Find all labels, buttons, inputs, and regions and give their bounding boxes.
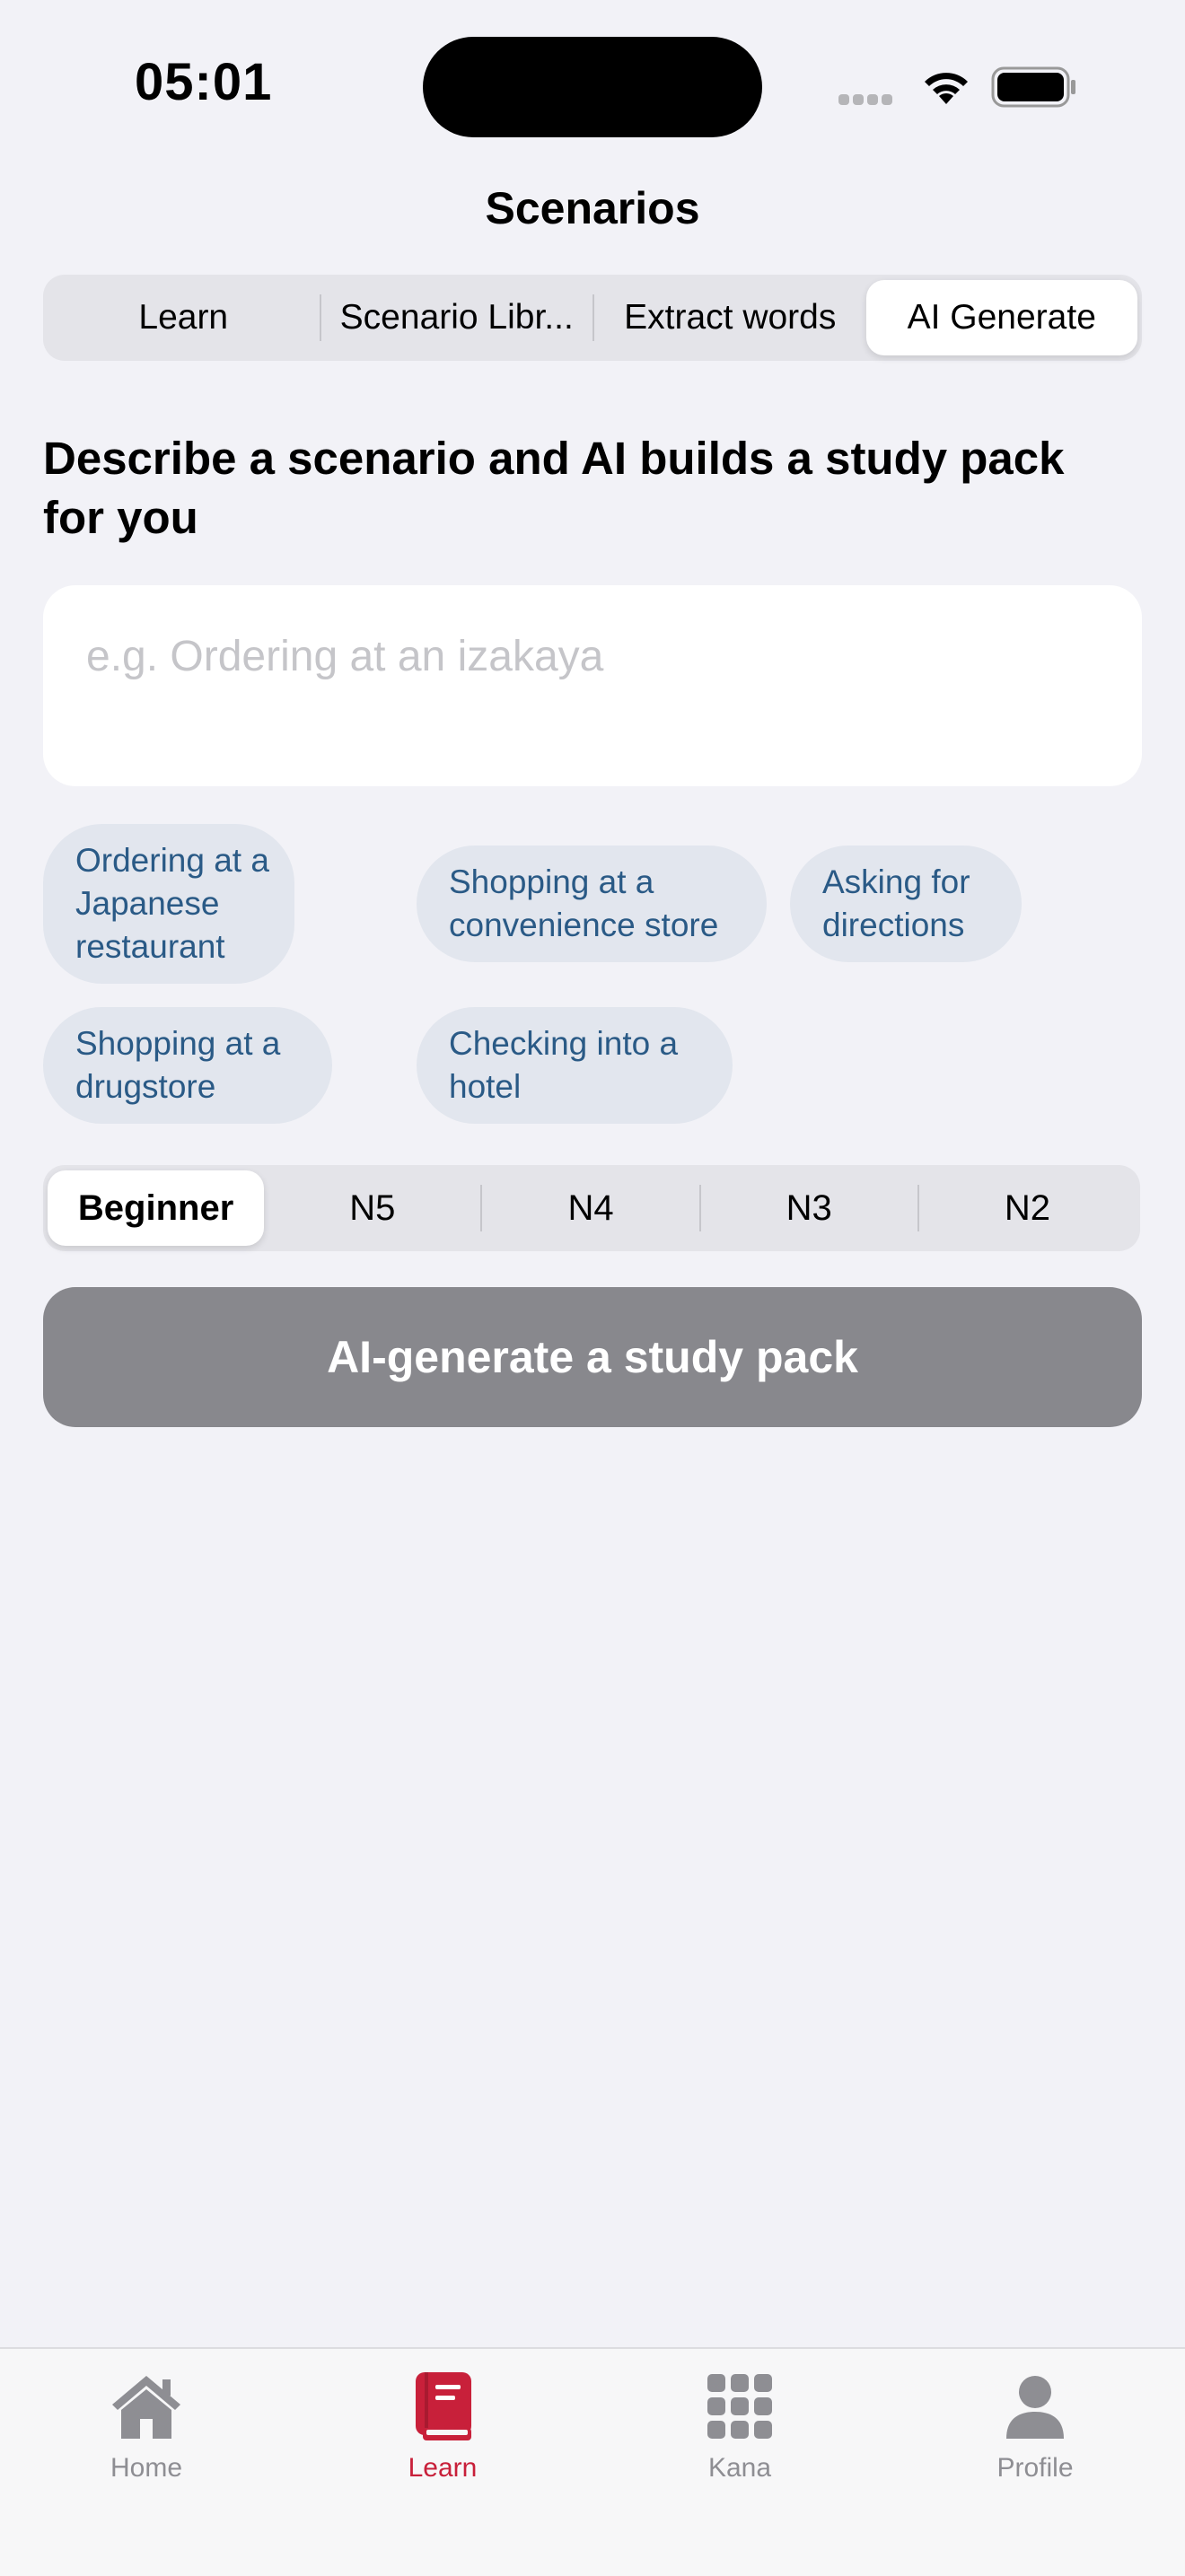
level-n4[interactable]: N4 bbox=[482, 1170, 698, 1246]
scenario-input-container[interactable] bbox=[43, 585, 1142, 786]
tab-bar-kana[interactable]: Kana bbox=[650, 2369, 830, 2484]
tab-bar-label: Learn bbox=[408, 2453, 478, 2483]
suggestion-chip-label: Checking into a hotel bbox=[449, 1025, 679, 1105]
suggestion-chip-label: Ordering at a Japanese restaurant bbox=[75, 842, 269, 965]
status-time: 05:01 bbox=[135, 53, 273, 111]
tab-learn[interactable]: Learn bbox=[48, 280, 320, 355]
tab-bar-label: Profile bbox=[996, 2453, 1074, 2483]
dynamic-island bbox=[423, 37, 762, 137]
level-n2[interactable]: N2 bbox=[919, 1170, 1136, 1246]
tab-bar-profile[interactable]: Profile bbox=[945, 2369, 1125, 2484]
status-bar: 05:01 bbox=[0, 0, 1185, 171]
mode-segmented-control: Learn Scenario Libr... Extract words AI … bbox=[43, 275, 1142, 361]
tab-bar-label: Kana bbox=[707, 2453, 772, 2483]
suggestion-chip[interactable]: Shopping at a convenience store bbox=[417, 846, 767, 962]
tab-bar-learn[interactable]: Learn bbox=[353, 2369, 532, 2484]
tab-bar-home[interactable]: Home bbox=[57, 2369, 236, 2484]
suggestion-chip-label: Shopping at a convenience store bbox=[449, 863, 719, 943]
section-heading: Describe a scenario and AI builds a stud… bbox=[43, 433, 1065, 543]
house-icon bbox=[112, 2376, 180, 2439]
level-segmented-control: Beginner N5 N4 N3 N2 bbox=[43, 1165, 1140, 1251]
tab-ai-generate[interactable]: AI Generate bbox=[865, 280, 1137, 355]
grid-icon bbox=[707, 2374, 772, 2439]
generate-study-pack-button[interactable]: AI-generate a study pack bbox=[43, 1287, 1142, 1427]
level-n3[interactable]: N3 bbox=[701, 1170, 917, 1246]
page-title: Scenarios bbox=[485, 183, 700, 233]
battery-icon bbox=[991, 66, 1075, 108]
suggestion-chip[interactable]: Asking for directions bbox=[790, 846, 1022, 962]
tab-extract-words[interactable]: Extract words bbox=[594, 280, 866, 355]
suggestion-chip-label: Shopping at a drugstore bbox=[75, 1025, 281, 1105]
person-icon bbox=[1006, 2376, 1064, 2439]
book-icon bbox=[416, 2372, 471, 2440]
tab-bar-label: Home bbox=[110, 2453, 183, 2483]
scenario-input[interactable] bbox=[86, 625, 1099, 688]
level-beginner[interactable]: Beginner bbox=[48, 1170, 265, 1246]
suggestion-chip[interactable]: Shopping at a drugstore bbox=[43, 1007, 332, 1124]
level-n5[interactable]: N5 bbox=[264, 1170, 480, 1246]
suggestion-chip-label: Asking for directions bbox=[822, 863, 970, 943]
suggestion-chip[interactable]: Ordering at a Japanese restaurant bbox=[43, 824, 294, 984]
tab-bar: Home Learn Kana Profile bbox=[0, 2347, 1185, 2576]
cellular-signal-icon bbox=[838, 93, 901, 106]
tab-scenario-library[interactable]: Scenario Libr... bbox=[321, 280, 593, 355]
wifi-icon bbox=[925, 73, 968, 104]
suggestion-chip[interactable]: Checking into a hotel bbox=[417, 1007, 733, 1124]
